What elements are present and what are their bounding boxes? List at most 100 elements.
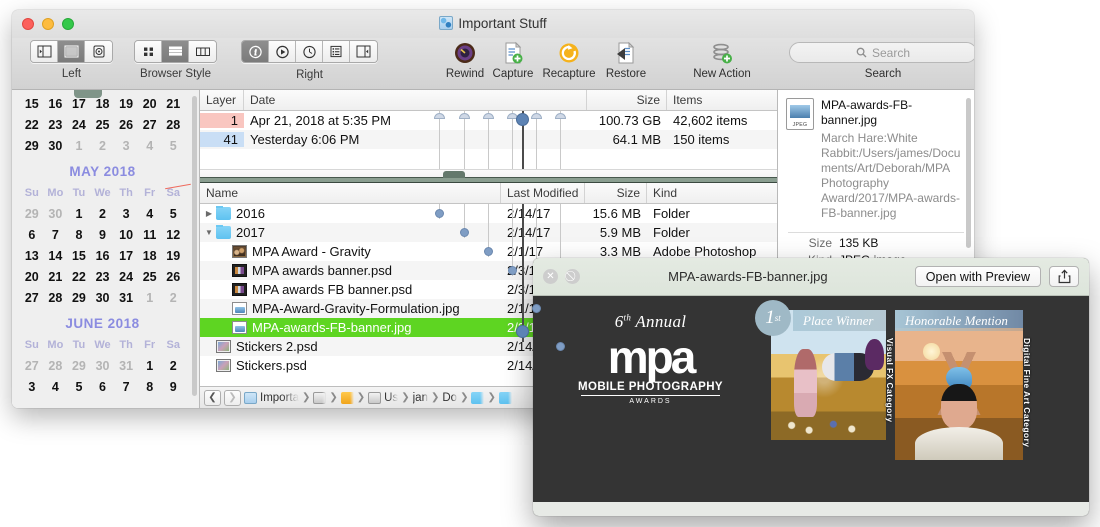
list-view-icon[interactable] (162, 41, 189, 62)
timeline-track[interactable] (200, 177, 777, 183)
calendar-day[interactable]: Mo (44, 183, 68, 204)
calendar-day[interactable]: 21 (161, 94, 185, 115)
calendar-day[interactable]: 13 (20, 246, 44, 267)
capture-button[interactable]: Capture (482, 40, 544, 80)
calendar-day[interactable]: 22 (20, 115, 44, 136)
calendar-day[interactable]: 1 (138, 356, 162, 377)
calendar-day[interactable]: 26 (161, 267, 185, 288)
clock-icon[interactable] (296, 41, 323, 62)
calendar-day[interactable]: 10 (114, 225, 138, 246)
calendar-day[interactable]: Th (114, 183, 138, 204)
calendar-day[interactable]: 7 (44, 225, 68, 246)
calendar-day[interactable]: 29 (67, 356, 91, 377)
calendar-day[interactable]: 9 (91, 225, 115, 246)
column-header-items[interactable]: Items (667, 90, 777, 110)
calendar-day[interactable]: 28 (161, 115, 185, 136)
timeline-pin[interactable] (484, 247, 493, 256)
calendar-day[interactable]: 24 (67, 115, 91, 136)
calendar-scroll[interactable]: 15 16 17 18 19 20 21 22 23 24 25 26 27 28 29 30 1 2 3 4 5 MAY… (12, 90, 193, 408)
calendar-day[interactable]: Su (20, 335, 44, 356)
calendar-day[interactable]: 18 (138, 246, 162, 267)
disclosure-triangle-icon[interactable]: ▶ (202, 209, 216, 218)
calendar-day[interactable]: We (91, 335, 115, 356)
breadcrumb-item[interactable]: Us (368, 391, 398, 404)
column-header-last-modified[interactable]: Last Modified (501, 183, 585, 203)
column-header-kind[interactable]: Kind (647, 183, 777, 203)
recapture-button[interactable]: Recapture (538, 40, 600, 80)
timeline-playhead[interactable] (522, 204, 524, 342)
calendar-day[interactable]: Fr (138, 183, 162, 204)
timeline-pin-cap[interactable] (459, 113, 470, 119)
calendar-day[interactable]: 4 (44, 377, 68, 398)
timeline-pin[interactable] (460, 228, 469, 237)
column-header-name[interactable]: Name (200, 183, 501, 203)
list-icon[interactable] (323, 41, 350, 62)
calendar-day[interactable]: 5 (161, 136, 185, 157)
timeline-pin-cap[interactable] (555, 113, 566, 119)
calendar-day[interactable]: 16 (44, 94, 68, 115)
calendar-day[interactable]: Tu (67, 335, 91, 356)
open-with-preview-button[interactable]: Open with Preview (914, 266, 1041, 287)
calendar-day[interactable]: 7 (114, 377, 138, 398)
calendar-day[interactable]: 8 (67, 225, 91, 246)
breadcrumb-item[interactable]: jan (413, 392, 428, 404)
calendar-day[interactable]: 6 (91, 377, 115, 398)
calendar-day[interactable]: Th (114, 335, 138, 356)
timeline-strip[interactable] (200, 169, 777, 183)
calendar-day[interactable]: 19 (114, 94, 138, 115)
column-header-size[interactable]: Size (587, 90, 667, 110)
calendar-day[interactable]: 21 (44, 267, 68, 288)
left-segmented-control[interactable] (30, 40, 113, 63)
breadcrumb[interactable]: Importa ❯ ❯ ❯ Us ❯ jan ❯ Do ❯ ❯ (244, 391, 512, 404)
column-view-icon[interactable] (189, 41, 216, 62)
calendar-day[interactable]: 29 (20, 136, 44, 157)
calendar-day[interactable]: 2 (91, 136, 115, 157)
calendar-day[interactable]: 17 (67, 94, 91, 115)
inspector-toggle-icon[interactable] (350, 41, 377, 62)
restore-button[interactable]: Restore (595, 40, 657, 80)
calendar-day[interactable]: 15 (20, 94, 44, 115)
timeline-pin-cap[interactable] (483, 113, 494, 119)
timeline-playhead-handle[interactable] (516, 325, 529, 338)
calendar-day[interactable]: 26 (114, 115, 138, 136)
sidebar-toggle-icon[interactable] (31, 41, 58, 62)
browser-style-segmented-control[interactable] (134, 40, 217, 63)
forward-button[interactable]: ❯ (224, 389, 241, 406)
calendar-day[interactable]: 27 (20, 288, 44, 309)
back-button[interactable]: ❮ (204, 389, 221, 406)
layer-table-body[interactable]: 1 Apr 21, 2018 at 5:35 PM 100.73 GB 42,602 … (200, 111, 777, 169)
timeline-icon[interactable] (85, 41, 112, 62)
new-action-button[interactable]: New Action (691, 40, 753, 80)
calendar-day[interactable]: 5 (67, 377, 91, 398)
calendar-day[interactable]: 27 (138, 115, 162, 136)
calendar-day[interactable]: 30 (91, 356, 115, 377)
calendar-day[interactable]: 17 (114, 246, 138, 267)
calendar-day[interactable]: 2 (161, 288, 185, 309)
info-icon[interactable]: i (242, 41, 269, 62)
inspector-scrollbar[interactable] (966, 98, 971, 248)
calendar-day[interactable]: 14 (44, 246, 68, 267)
grid-view-icon[interactable] (58, 41, 85, 62)
calendar-day[interactable]: 3 (114, 204, 138, 225)
calendar-day[interactable]: 15 (67, 246, 91, 267)
calendar-day[interactable]: 31 (114, 356, 138, 377)
calendar-day[interactable]: Sa (161, 335, 185, 356)
breadcrumb-item[interactable] (313, 391, 327, 404)
column-header-date[interactable]: Date (244, 90, 587, 110)
column-header-file-size[interactable]: Size (585, 183, 647, 203)
calendar-day[interactable]: 30 (44, 204, 68, 225)
calendar-day[interactable]: 24 (114, 267, 138, 288)
calendar-day[interactable]: 30 (91, 288, 115, 309)
calendar-day[interactable]: 23 (44, 115, 68, 136)
calendar-day[interactable]: Tu (67, 183, 91, 204)
calendar-day[interactable]: 25 (138, 267, 162, 288)
close-icon[interactable]: ✕ (543, 269, 558, 284)
calendar-day[interactable]: 16 (91, 246, 115, 267)
calendar-day[interactable]: 8 (138, 377, 162, 398)
calendar-day[interactable]: 11 (138, 225, 162, 246)
timeline-pin[interactable] (508, 266, 517, 275)
breadcrumb-item[interactable]: Do (442, 392, 457, 404)
breadcrumb-item[interactable] (471, 391, 485, 404)
disclosure-triangle-icon[interactable]: ▼ (202, 228, 216, 237)
breadcrumb-item[interactable] (340, 391, 354, 404)
